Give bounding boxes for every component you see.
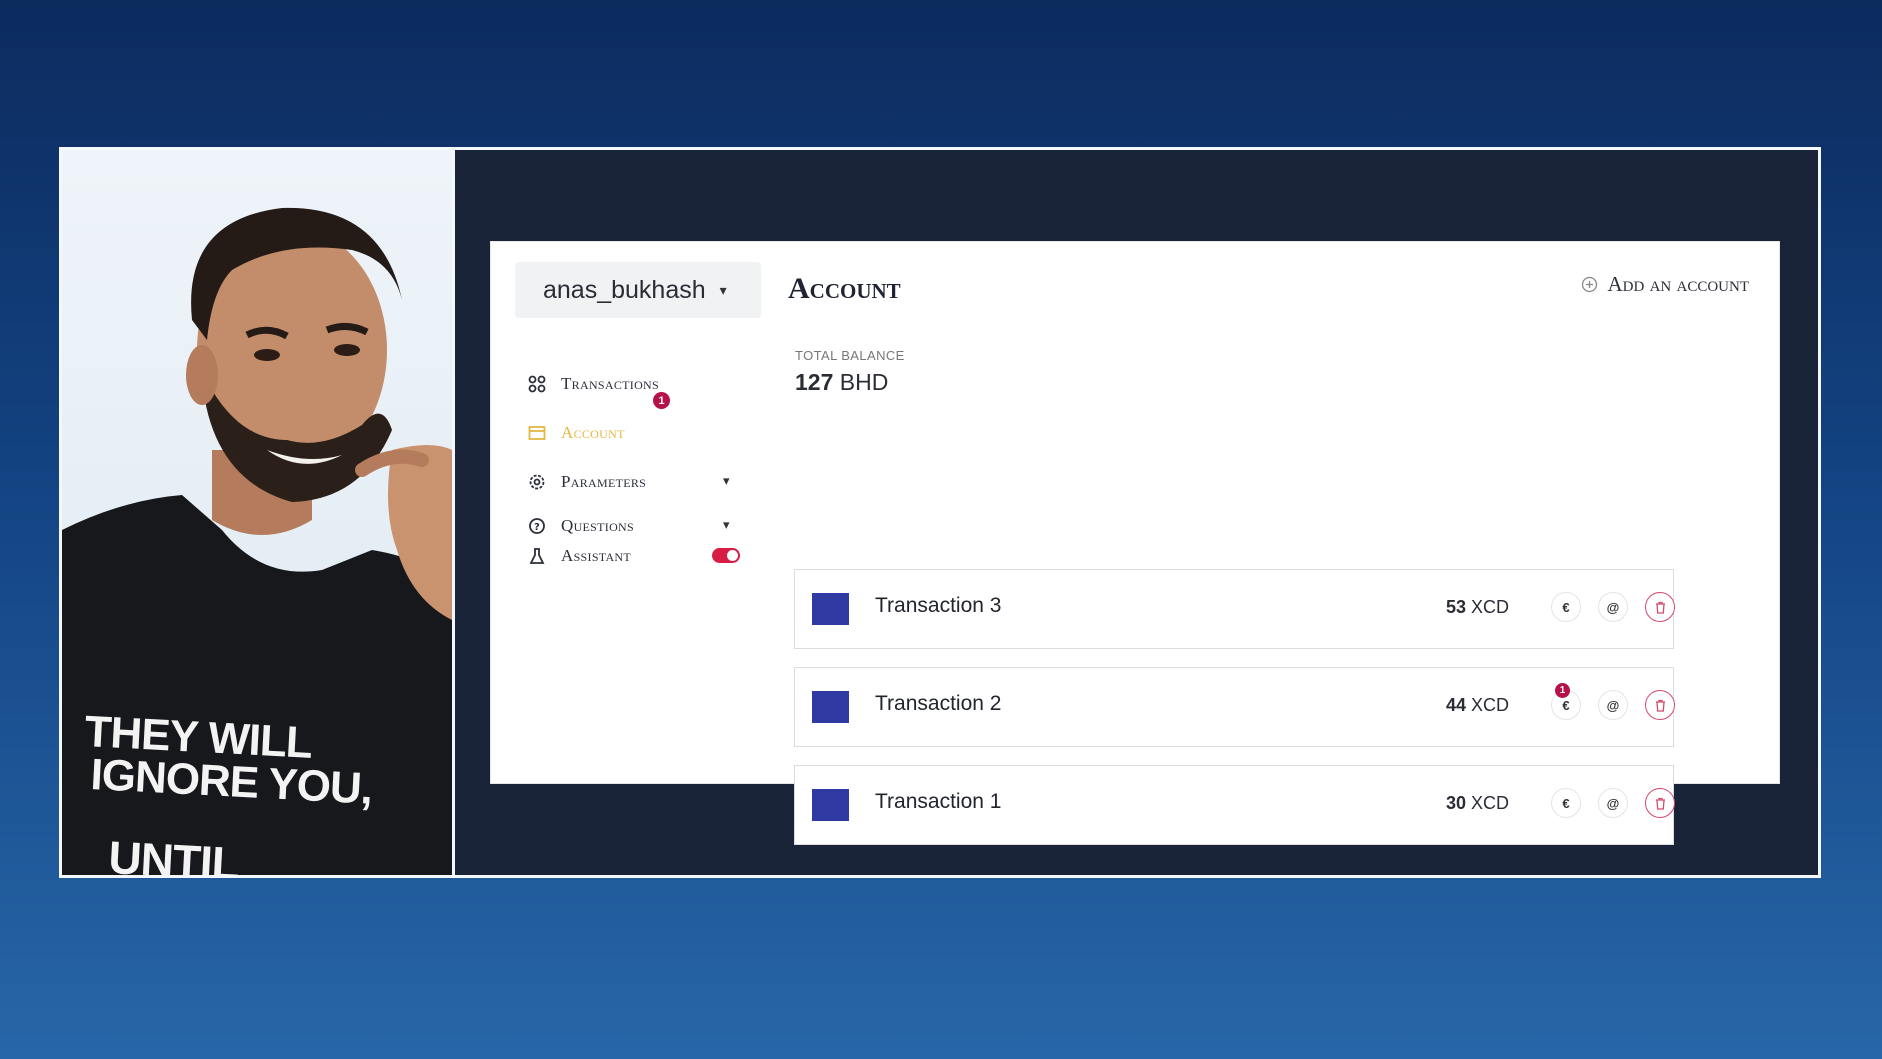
transaction-color-swatch — [812, 691, 849, 723]
notification-badge: 1 — [653, 392, 670, 409]
at-icon: @ — [1606, 599, 1620, 615]
assistant-toggle[interactable] — [712, 548, 740, 563]
sidebar: anas_bukhash ▾ Transactions Account 1 Pa… — [491, 242, 761, 783]
euro-icon: € — [1562, 795, 1570, 811]
svg-text:?: ? — [534, 522, 540, 533]
currency-button[interactable]: € — [1551, 592, 1581, 622]
transaction-amount: 30 XCD — [1446, 793, 1509, 814]
add-account-label: Add an account — [1607, 272, 1750, 296]
trash-icon — [1655, 797, 1665, 810]
sidebar-item-label: Account — [561, 423, 625, 442]
mention-button[interactable]: @ — [1598, 788, 1628, 818]
transaction-amount: 44 XCD — [1446, 695, 1509, 716]
transaction-currency: XCD — [1470, 597, 1509, 617]
user-name: anas_bukhash — [543, 275, 706, 304]
plus-circle-icon — [1581, 276, 1598, 293]
sidebar-item-label: Questions — [561, 516, 634, 535]
delete-button[interactable] — [1645, 788, 1675, 818]
user-selector[interactable]: anas_bukhash ▾ — [515, 262, 761, 318]
app-window: anas_bukhash ▾ Transactions Account 1 Pa… — [491, 242, 1779, 845]
trash-icon — [1655, 601, 1665, 614]
add-account-button[interactable]: Add an account — [1581, 272, 1750, 297]
euro-icon: € — [1562, 697, 1570, 713]
at-icon: @ — [1606, 795, 1620, 811]
transaction-color-swatch — [812, 593, 849, 625]
sidebar-item-label: Parameters — [561, 472, 647, 491]
question-icon: ? — [527, 516, 547, 536]
mention-button[interactable]: @ — [1598, 592, 1628, 622]
flask-icon — [527, 546, 547, 566]
notification-badge: 1 — [1555, 683, 1570, 698]
transaction-row[interactable]: Transaction 3 53 XCD € @ — [794, 569, 1675, 649]
main-content: Account Add an account TOTAL BALANCE 127… — [761, 242, 1779, 845]
euro-icon: € — [1562, 599, 1570, 615]
transaction-amount-value: 30 — [1445, 793, 1466, 813]
transaction-color-swatch — [812, 789, 849, 821]
total-balance-label: TOTAL BALANCE — [795, 348, 905, 363]
trash-icon — [1655, 699, 1665, 712]
transaction-name: Transaction 2 — [875, 692, 1002, 715]
total-balance-value: 127 BHD — [795, 369, 888, 396]
gear-icon — [527, 472, 547, 492]
delete-button[interactable] — [1645, 690, 1675, 720]
chevron-down-icon[interactable]: ▾ — [723, 517, 730, 533]
presenter-video: THEY WILL IGNORE YOU, UNTIL — [62, 150, 455, 875]
chevron-down-icon: ▾ — [719, 281, 727, 298]
wallet-icon — [527, 423, 547, 443]
sidebar-item-parameters[interactable]: Parameters — [527, 468, 646, 496]
sidebar-item-label: Assistant — [561, 546, 632, 565]
balance-amount: 127 — [795, 369, 834, 395]
grid-icon — [527, 374, 547, 394]
transaction-name: Transaction 3 — [875, 594, 1002, 617]
transaction-currency: XCD — [1470, 695, 1509, 715]
transaction-name: Transaction 1 — [875, 790, 1002, 813]
video-frame: THEY WILL IGNORE YOU, UNTIL anas_bukhash… — [59, 147, 1821, 878]
sidebar-item-label: Transactions — [561, 374, 659, 393]
currency-button[interactable]: € — [1551, 788, 1581, 818]
transaction-row[interactable]: Transaction 1 30 XCD € @ — [794, 765, 1675, 845]
sidebar-item-assistant[interactable]: Assistant — [527, 542, 631, 570]
sidebar-item-transactions[interactable]: Transactions — [527, 370, 659, 398]
transaction-currency: XCD — [1470, 793, 1509, 813]
chevron-down-icon[interactable]: ▾ — [723, 473, 730, 489]
transaction-amount-value: 44 — [1445, 695, 1466, 715]
mention-button[interactable]: @ — [1598, 690, 1628, 720]
delete-button[interactable] — [1645, 592, 1675, 622]
balance-currency: BHD — [839, 369, 889, 395]
sidebar-item-questions[interactable]: ? Questions — [527, 512, 634, 540]
at-icon: @ — [1606, 697, 1620, 713]
transaction-row[interactable]: Transaction 2 44 XCD € 1 @ — [794, 667, 1675, 747]
transaction-amount-value: 53 — [1445, 597, 1466, 617]
page-title: Account — [788, 272, 901, 305]
shirt-text-line: UNTIL — [107, 830, 241, 875]
transaction-amount: 53 XCD — [1446, 597, 1509, 618]
sidebar-item-account[interactable]: Account — [527, 419, 625, 447]
